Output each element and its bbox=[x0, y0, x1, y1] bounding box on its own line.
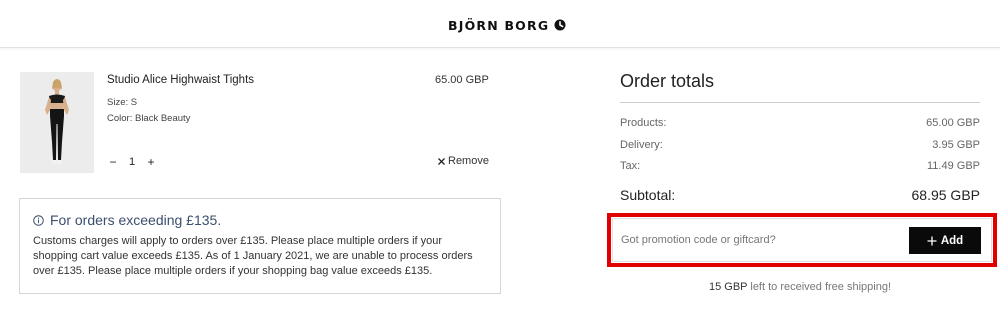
remove-item-button[interactable]: Remove bbox=[437, 155, 489, 167]
delivery-label: Delivery: bbox=[620, 139, 663, 151]
notice-heading: For orders exceeding £135. bbox=[33, 212, 488, 228]
product-price: 65.00 GBP bbox=[435, 74, 489, 86]
tax-label: Tax: bbox=[620, 160, 641, 172]
customs-notice: For orders exceeding £135. Customs charg… bbox=[19, 198, 501, 294]
product-color: Color: Black Beauty bbox=[107, 113, 191, 124]
totals-row-tax: Tax: 11.49 GBP bbox=[620, 160, 980, 172]
product-image[interactable] bbox=[20, 72, 94, 173]
order-totals-title: Order totals bbox=[620, 71, 715, 91]
plus-icon bbox=[927, 236, 937, 245]
tax-value: 11.49 GBP bbox=[927, 160, 980, 172]
totals-row-delivery: Delivery: 3.95 GBP bbox=[620, 139, 980, 151]
subtotal-label: Subtotal: bbox=[620, 187, 676, 203]
add-promo-button[interactable]: Add bbox=[909, 227, 981, 254]
increase-quantity-button[interactable]: + bbox=[145, 155, 157, 169]
product-name[interactable]: Studio Alice Highwaist Tights bbox=[107, 74, 254, 86]
totals-divider bbox=[620, 102, 980, 103]
model-figure-icon bbox=[20, 72, 94, 173]
info-icon bbox=[33, 214, 44, 226]
remove-label: Remove bbox=[448, 155, 489, 167]
close-icon bbox=[438, 157, 445, 165]
products-label: Products: bbox=[620, 117, 667, 129]
site-header: BJÖRN BORG bbox=[0, 0, 1000, 48]
subtotal-value: 68.95 GBP bbox=[911, 187, 981, 203]
free-shipping-text: left to received free shipping! bbox=[747, 281, 892, 293]
brand-mark-icon bbox=[554, 19, 566, 31]
products-value: 65.00 GBP bbox=[926, 117, 980, 129]
notice-title: For orders exceeding £135. bbox=[50, 212, 222, 228]
decrease-quantity-button[interactable]: − bbox=[107, 155, 119, 169]
add-button-label: Add bbox=[940, 234, 964, 247]
subtotal-row: Subtotal: 68.95 GBP bbox=[620, 187, 980, 203]
quantity-stepper: − 1 + bbox=[107, 155, 157, 169]
totals-row-products: Products: 65.00 GBP bbox=[620, 117, 980, 129]
promo-code-input[interactable] bbox=[621, 232, 901, 248]
delivery-value: 3.95 GBP bbox=[932, 139, 980, 151]
quantity-value: 1 bbox=[128, 156, 136, 168]
product-size: Size: S bbox=[107, 97, 138, 108]
free-shipping-message: 15 GBP left to received free shipping! bbox=[620, 281, 980, 293]
brand-name: BJÖRN BORG bbox=[448, 17, 550, 33]
free-shipping-amount: 15 GBP bbox=[708, 281, 748, 293]
brand-logo[interactable]: BJÖRN BORG bbox=[448, 16, 566, 34]
promo-code-form: Add bbox=[612, 218, 992, 262]
notice-body: Customs charges will apply to orders ove… bbox=[33, 235, 473, 277]
